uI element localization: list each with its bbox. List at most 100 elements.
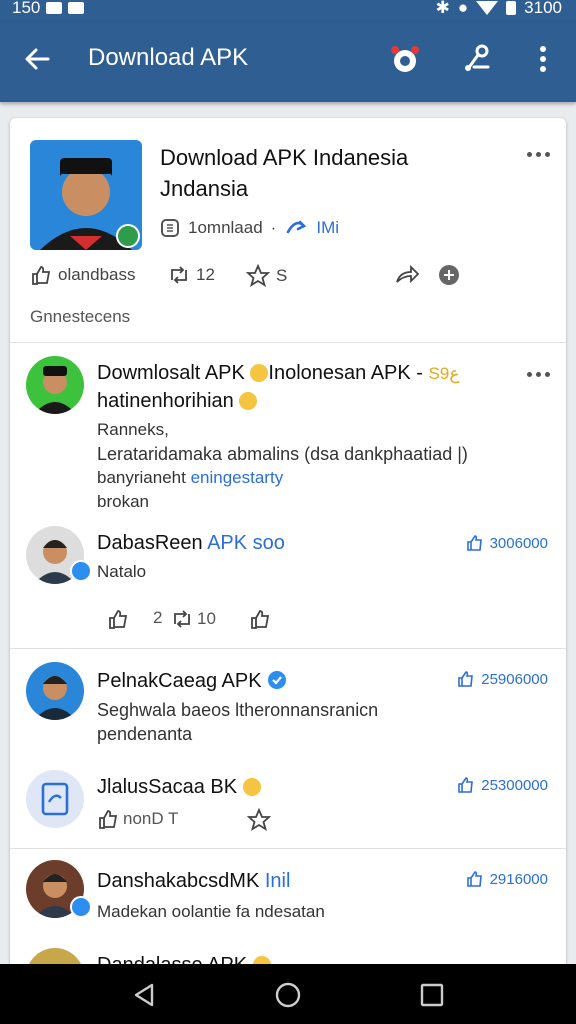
post-author: Dowmlosalt APK Inolonesan APK - S9ع [97, 362, 459, 385]
app-icon[interactable] [26, 770, 84, 828]
favorite-button[interactable] [247, 808, 271, 832]
favorite-button[interactable] [249, 608, 271, 630]
post-author: PelnakCaeag APK [97, 670, 287, 693]
post-author-suffix: Inolonesan APK - [268, 362, 423, 384]
smile-emoji-icon [239, 392, 258, 410]
status-bar: 150 ✱ ● 3100 [0, 0, 576, 22]
verified-check-icon [268, 671, 287, 689]
hero-meta-separator: · [270, 218, 277, 237]
post-author-link[interactable]: APK soo [207, 532, 285, 554]
notification-icon[interactable] [388, 42, 422, 76]
post-author: JlalusSacaa BK [97, 776, 261, 799]
like-button[interactable]: nonD T [97, 808, 178, 830]
alarm-icon: ● [457, 0, 469, 17]
hero-title: Download APK Indanesia Jndansia [160, 145, 409, 201]
repost-button[interactable]: 12 [168, 264, 215, 286]
repost-button[interactable]: 10 [171, 608, 216, 630]
divider [10, 848, 566, 849]
add-button[interactable] [438, 264, 460, 286]
calendar-icon [68, 2, 85, 14]
forward-button[interactable] [394, 264, 420, 286]
like-count: 25906000 [481, 670, 548, 688]
post-author-name: DanshakabcsdMK [97, 870, 260, 892]
wifi-icon [476, 1, 499, 15]
hero-meta: 1omnlaad · IMi [160, 218, 339, 238]
smile-emoji-icon [242, 778, 261, 796]
post-body-line: Ranneks, [97, 420, 169, 439]
post-avatar[interactable] [26, 356, 84, 414]
post-author-name: DabasReen [97, 532, 203, 554]
react-label: olandbass [58, 265, 136, 284]
thumbs-up-icon [32, 266, 51, 285]
post-body: Natalo [97, 562, 147, 581]
link-icon [287, 220, 307, 234]
verified-badge-icon [116, 224, 140, 248]
section-heading: Gnnestecens [30, 307, 131, 326]
thumbs-up-icon [109, 610, 128, 629]
hero-meta-link[interactable]: IMi [316, 218, 339, 238]
post-tag: S9ع [428, 364, 460, 383]
post-body: Seghwala baeos ltheronnansranicn pendena… [97, 698, 517, 746]
like-counter[interactable]: 25906000 [457, 670, 548, 688]
post-author: DanshakabcsdMK Inil [97, 870, 290, 893]
hero-avatar[interactable] [30, 140, 142, 250]
thumbs-up-icon [466, 871, 482, 887]
nav-back-icon[interactable] [130, 981, 158, 1009]
add-circle-icon [439, 265, 459, 285]
post-author: DabasReen APK soo [97, 532, 285, 555]
post-body-line: banyrianeht eningestarty [97, 466, 517, 490]
divider [10, 342, 566, 343]
thumbs-up-icon [99, 810, 118, 829]
star-icon [247, 808, 271, 831]
post-actions: 2 10 [97, 608, 297, 634]
signal-icon [506, 1, 517, 15]
like-counter[interactable]: 3006000 [466, 534, 548, 552]
message-icon [46, 2, 63, 14]
post-body-line: Seghwala baeos ltheronnansranicn [97, 700, 379, 720]
post-subtitle: hatinenhorihian [97, 390, 258, 413]
overflow-menu-icon[interactable] [526, 42, 560, 76]
hero-more-icon[interactable] [527, 152, 553, 160]
post-body-link[interactable]: eningestarty [191, 468, 284, 487]
post-author-name: JlalusSacaa BK [97, 776, 238, 798]
thumbs-up-icon [458, 671, 474, 687]
feed-card: Download APK Indanesia Jndansia 1omnlaad… [10, 118, 566, 978]
smile-emoji-icon [250, 364, 269, 382]
post-body-text: banyrianeht [97, 468, 191, 487]
post-more-icon[interactable] [527, 372, 553, 380]
like-counter[interactable]: 2916000 [466, 870, 548, 888]
star-icon [246, 264, 270, 287]
grid-icon [161, 219, 179, 237]
thumbs-up-icon [458, 777, 474, 793]
post-body-line: brokan [97, 492, 149, 511]
share-icon[interactable] [460, 42, 494, 76]
favorite-button[interactable]: S [246, 264, 287, 288]
verified-badge-icon [70, 560, 92, 582]
post-author-link[interactable]: Inil [265, 870, 291, 892]
post-actions: nonD T [97, 808, 297, 834]
react-button[interactable]: olandbass [30, 264, 136, 286]
repost-icon [174, 610, 190, 628]
post-body: Ranneks, Lerataridamaka abmalins (dsa da… [97, 418, 517, 514]
repost-count: 10 [197, 609, 216, 628]
repost-icon [171, 266, 187, 284]
like-counter[interactable]: 25300000 [457, 776, 548, 794]
post-body-line: Lerataridamaka abmalins (dsa dankphaatia… [97, 444, 468, 464]
like-count: 2916000 [489, 870, 548, 888]
like-count: 3006000 [489, 534, 548, 552]
post-body-line: pendenanta [97, 724, 193, 744]
app-bar: Download APK [0, 22, 576, 102]
thumbs-up-icon [251, 610, 270, 629]
nav-recents-icon[interactable] [418, 981, 446, 1009]
hero-meta-label: 1omnlaad [188, 218, 263, 237]
post-avatar[interactable] [26, 662, 84, 720]
like-button[interactable] [107, 608, 129, 630]
back-arrow-icon[interactable] [20, 42, 54, 76]
reply-count: 2 [153, 608, 163, 627]
repost-count: 12 [196, 265, 215, 284]
verified-badge-icon [70, 896, 92, 918]
hero-actions: olandbass 12 S [30, 264, 550, 294]
nav-home-icon[interactable] [274, 981, 302, 1009]
post-author-name: Dowmlosalt APK [97, 362, 245, 384]
thumbs-up-icon [466, 535, 482, 551]
